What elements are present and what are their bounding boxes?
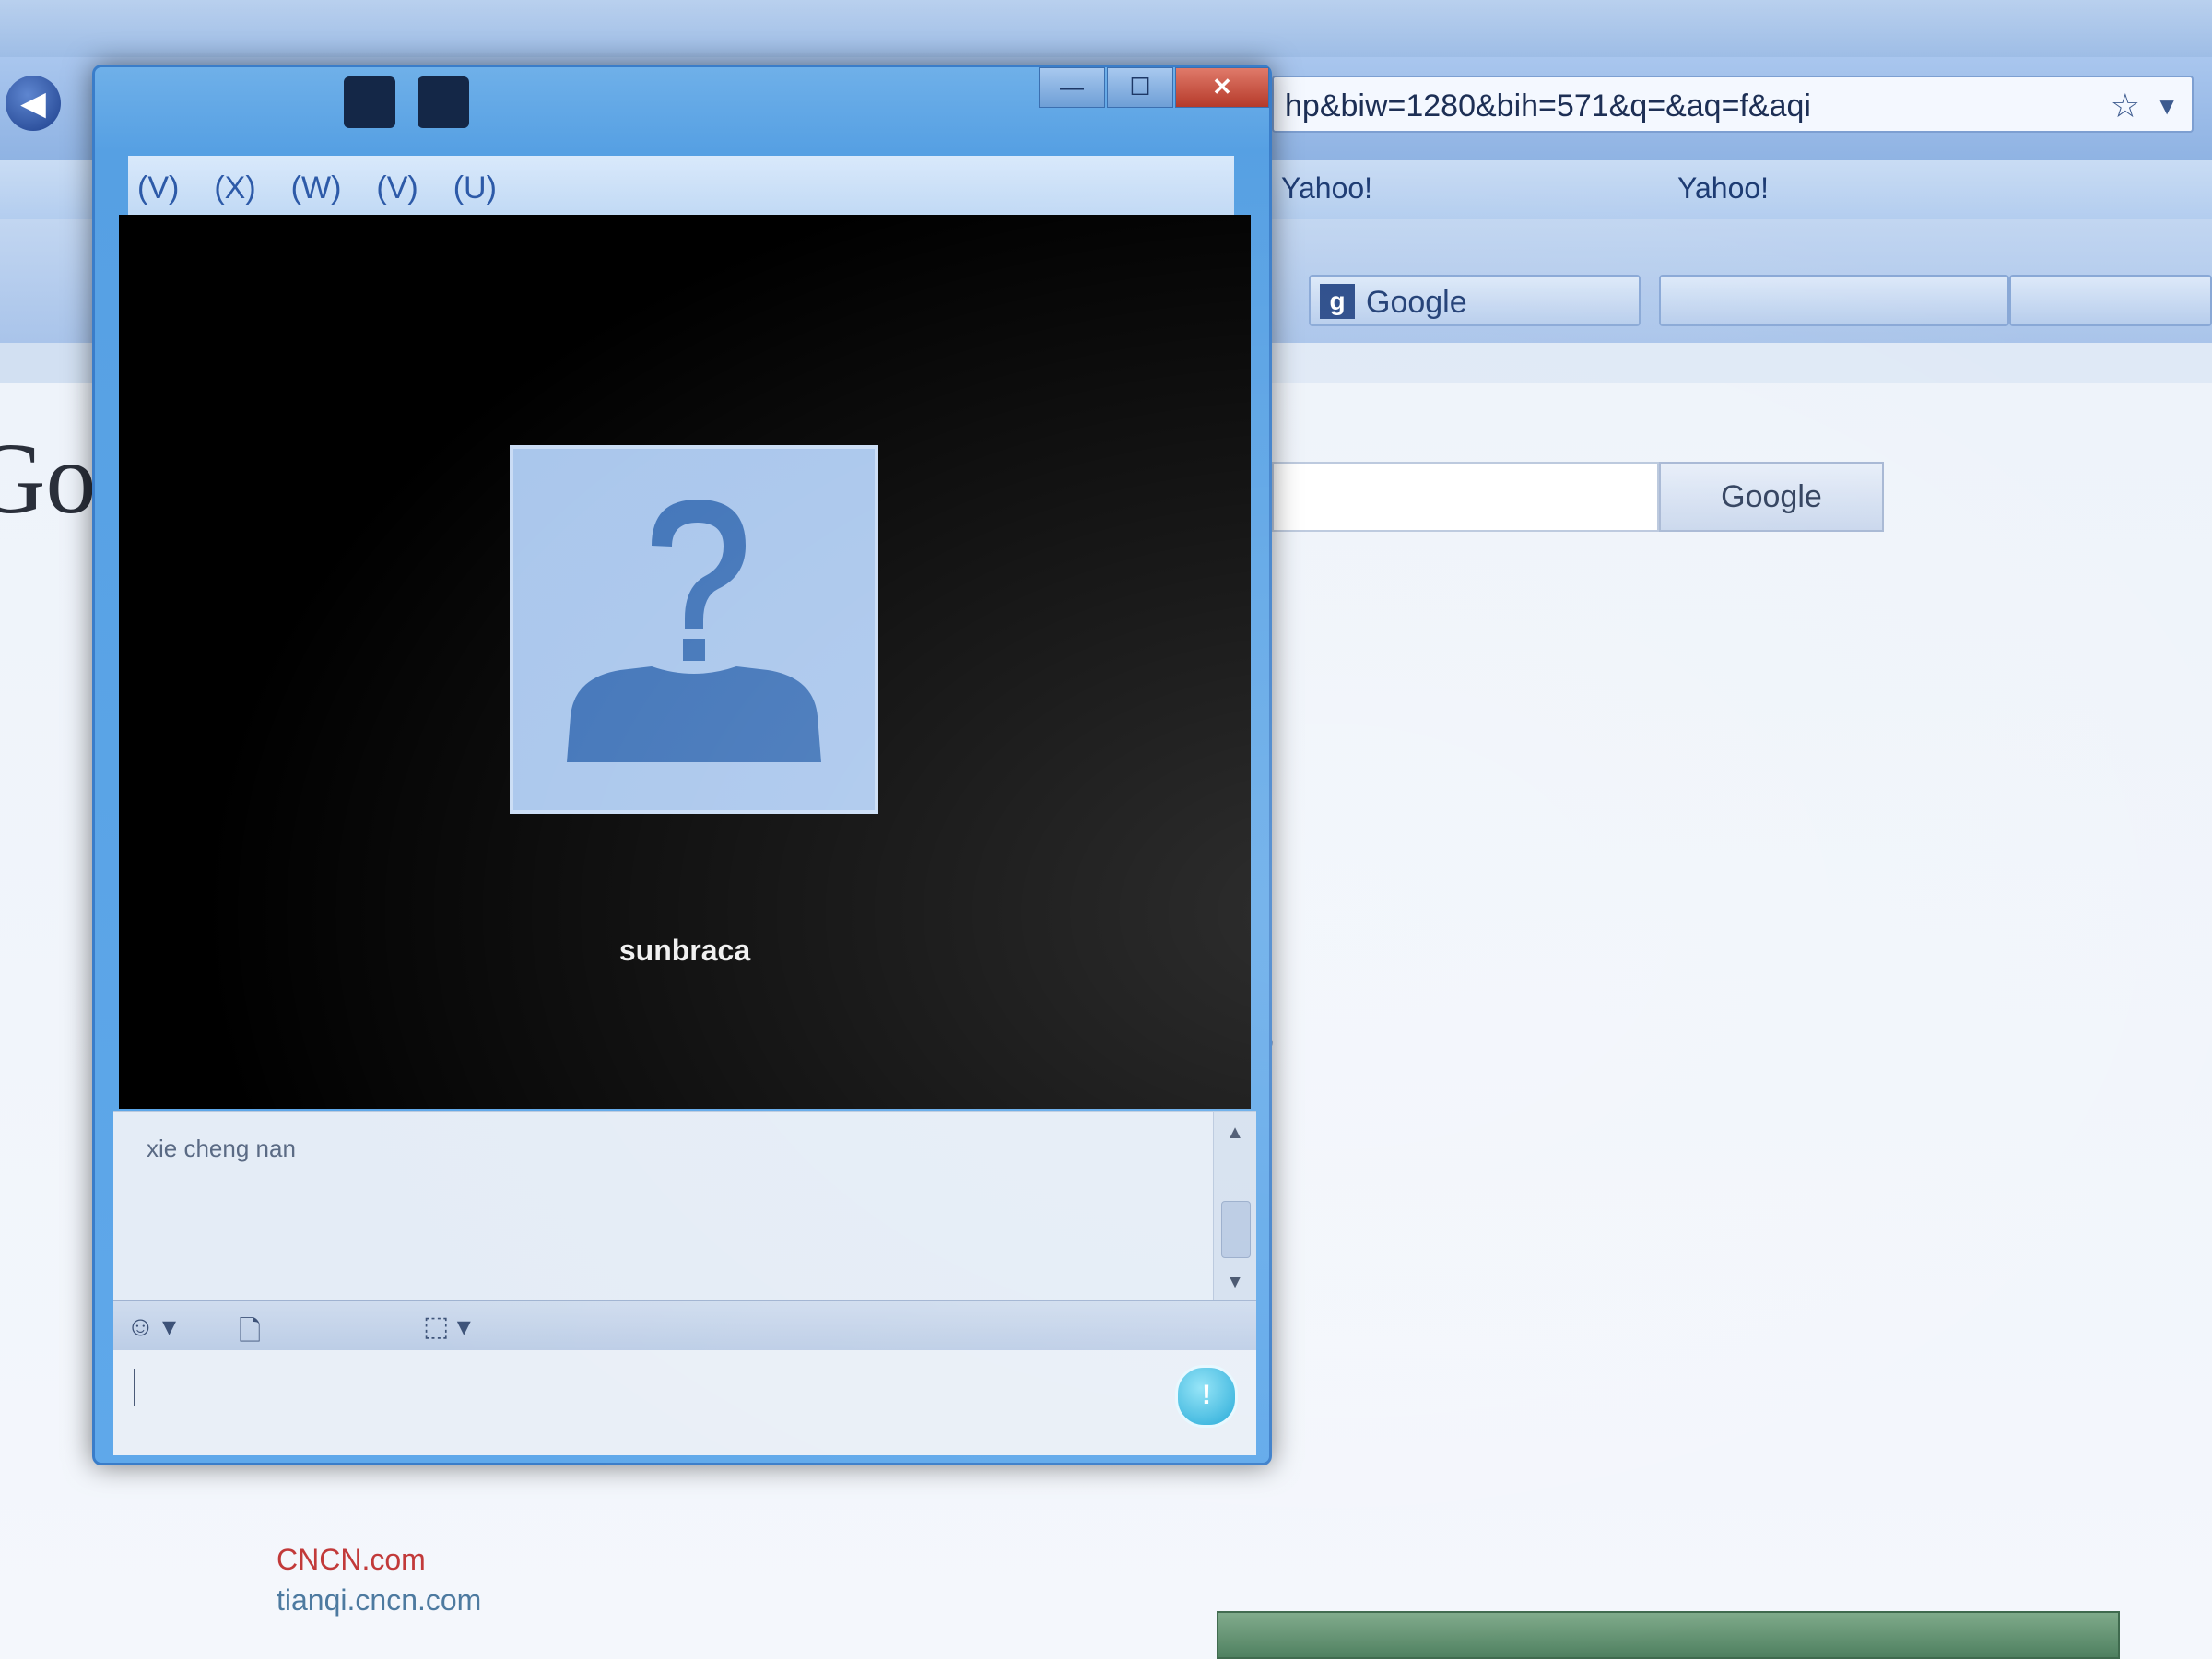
maximize-icon[interactable]: ☐ [1107, 67, 1173, 108]
emoticon-button[interactable]: ☺ ▾ [126, 1311, 176, 1343]
star-icon[interactable]: ☆ [2111, 77, 2140, 131]
scroll-thumb[interactable] [1221, 1201, 1251, 1258]
video-call-area: sunbraca [119, 215, 1251, 1109]
back-arrow-icon[interactable]: ◀ [6, 76, 61, 131]
marquee-banner [1217, 1611, 2120, 1659]
scroll-down-icon[interactable]: ▼ [1214, 1265, 1256, 1299]
filter-item[interactable] [0, 890, 101, 949]
filter-item[interactable] [0, 595, 101, 654]
chat-menu-item[interactable]: (W) [291, 171, 342, 206]
chat-input-toolbar: ☺ ▾ 🗋 ⬚ ▾ [113, 1300, 1256, 1351]
google-search-button[interactable]: Google [1659, 462, 1884, 532]
filter-item[interactable] [0, 713, 101, 772]
filter-item[interactable] [0, 831, 101, 890]
chevron-down-icon[interactable]: ▼ [2155, 77, 2179, 131]
message-sender: xie cheng nan [147, 1135, 296, 1162]
chat-menu-item[interactable]: (X) [214, 171, 255, 206]
toolbar-button[interactable] [2009, 275, 2212, 326]
bookmark-item[interactable]: Yahoo! [1677, 171, 1769, 208]
file-icon: 🗋 [239, 1316, 262, 1347]
bookmark-item[interactable]: Yahoo! [1281, 171, 1372, 208]
address-text-suffix: &aq=f&aqi [1665, 88, 1811, 124]
share-icon: ⬚ [423, 1312, 450, 1342]
message-input[interactable]: ! [113, 1350, 1256, 1455]
send-icon: ! [1202, 1380, 1211, 1410]
contact-name: sunbraca [618, 934, 751, 967]
chat-menu-item[interactable]: (V) [376, 171, 418, 206]
titlebar-icon [418, 76, 469, 128]
search-input[interactable] [1272, 462, 1659, 532]
chat-titlebar[interactable]: — ☐ ✕ [95, 67, 1269, 158]
chat-menu-item[interactable]: (V) [137, 171, 179, 206]
google-toolbar-label: Google [1366, 285, 1467, 320]
filter-item[interactable] [0, 654, 101, 713]
google-toolbar-search[interactable]: g Google [1309, 275, 1641, 326]
chat-scrollbar[interactable]: ▲ ▼ [1213, 1112, 1256, 1302]
address-text: hp&biw=1280&bih=571&q= [1285, 88, 1666, 124]
toolbar-button[interactable] [1659, 275, 2009, 326]
window-controls: — ☐ ✕ [1037, 67, 1269, 113]
titlebar-icon [344, 76, 395, 128]
search-filters [0, 595, 101, 949]
browser-menubar [0, 0, 2212, 57]
unknown-user-icon [567, 500, 821, 762]
filter-item[interactable] [0, 772, 101, 831]
chat-window: — ☐ ✕ (V) (X) (W) (V) (U) sunbraca xie c… [92, 65, 1272, 1465]
close-icon[interactable]: ✕ [1175, 67, 1269, 108]
chat-menubar: (V) (X) (W) (V) (U) [128, 156, 1234, 220]
chat-history: xie cheng nan ▲ ▼ [113, 1111, 1256, 1302]
smiley-icon: ☺ [126, 1312, 155, 1342]
share-button[interactable]: ⬚ ▾ [423, 1311, 471, 1343]
minimize-icon[interactable]: — [1039, 67, 1105, 108]
google-icon: g [1320, 284, 1355, 319]
result-title[interactable]: CNCN.com [276, 1543, 426, 1577]
result-url: tianqi.cncn.com [276, 1583, 482, 1617]
avatar [510, 445, 878, 814]
sidebar-tab[interactable] [0, 343, 92, 383]
scroll-up-icon[interactable]: ▲ [1214, 1116, 1256, 1149]
send-button[interactable]: ! [1175, 1365, 1238, 1428]
chat-menu-item[interactable]: (U) [453, 171, 497, 206]
text-caret [134, 1369, 135, 1406]
address-bar[interactable]: hp&biw=1280&bih=571&q=&aq=f&aqi ☆ ▼ [1272, 76, 2194, 133]
